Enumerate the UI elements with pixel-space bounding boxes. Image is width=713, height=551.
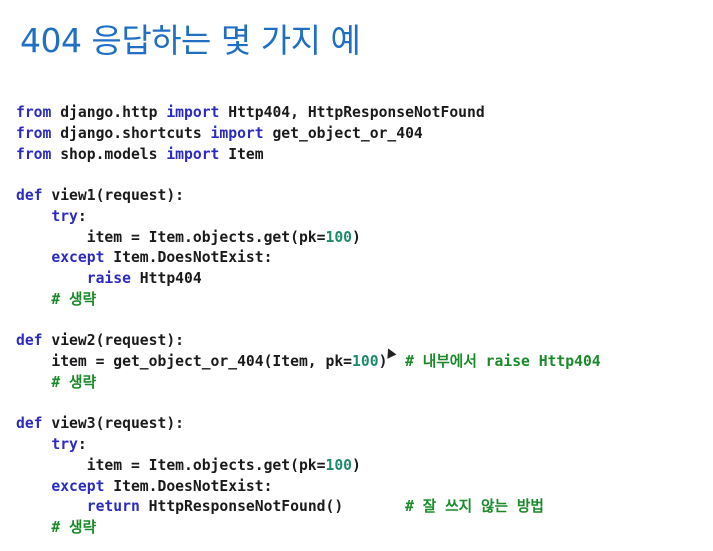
code-keyword: raise xyxy=(86,270,131,287)
code-keyword: return xyxy=(86,498,140,516)
code-keyword: import xyxy=(166,104,220,121)
code-number: 100 xyxy=(325,456,353,474)
code-line: item = Item.objects.get(pk=100) xyxy=(16,228,601,249)
code-text: Item.DoesNotExist: xyxy=(104,477,273,495)
code-keyword: try xyxy=(51,207,78,225)
code-line: except Item.DoesNotExist: xyxy=(16,248,601,269)
code-comment: # 내부에서 raise Http404 xyxy=(405,353,601,370)
code-text: ) xyxy=(352,456,361,474)
code-text: get_object_or_404 xyxy=(263,124,423,142)
code-line: from django.shortcuts import get_object_… xyxy=(16,124,601,145)
code-text: view2(request): xyxy=(42,332,185,350)
code-text: view3(request): xyxy=(42,415,185,433)
code-keyword: import xyxy=(166,145,220,163)
code-line: item = get_object_or_404(Item, pk=100) #… xyxy=(16,352,601,373)
code-text: ) xyxy=(352,228,361,246)
code-text: shop.models xyxy=(51,145,167,163)
code-comment: # 생략 xyxy=(51,519,97,536)
code-text: Item xyxy=(219,145,264,163)
code-text: Item.DoesNotExist: xyxy=(104,249,273,267)
code-comment: # 잘 쓰지 않는 방법 xyxy=(405,498,544,516)
code-keyword: def xyxy=(16,332,43,350)
code-line: from django.http import Http404, HttpRes… xyxy=(16,103,601,124)
code-text: item = Item.objects.get(pk= xyxy=(16,228,326,246)
code-text: item = Item.objects.get(pk= xyxy=(16,456,326,474)
code-text: : xyxy=(77,436,87,453)
code-line: # 생략 xyxy=(16,373,601,394)
code-text: HttpResponseNotFound() xyxy=(139,498,406,516)
code-text: django.shortcuts xyxy=(51,124,211,142)
code-line: def view2(request): xyxy=(16,331,601,352)
code-line: try: xyxy=(16,207,601,228)
code-keyword: except xyxy=(51,249,105,267)
code-text: : xyxy=(77,207,87,225)
code-line: # 생략 xyxy=(16,518,601,539)
code-line: return HttpResponseNotFound() # 잘 쓰지 않는 … xyxy=(16,497,601,518)
slide: 404 응답하는 몇 가지 예 from django.http import … xyxy=(0,0,713,551)
code-keyword: try xyxy=(51,436,78,453)
code-keyword: except xyxy=(51,477,105,495)
code-text: view1(request): xyxy=(42,187,185,204)
code-line: raise Http404 xyxy=(16,269,601,290)
code-line: def view3(request): xyxy=(16,414,601,435)
code-comment: # 생략 xyxy=(51,290,97,308)
code-line: except Item.DoesNotExist: xyxy=(16,477,601,498)
code-keyword: def xyxy=(16,415,43,433)
code-line: # 생략 xyxy=(16,290,601,311)
code-keyword: from xyxy=(16,145,52,163)
code-keyword: import xyxy=(210,124,264,142)
code-line: def view1(request): xyxy=(16,186,601,207)
slide-title: 404 응답하는 몇 가지 예 xyxy=(20,21,361,60)
code-number: 100 xyxy=(352,353,379,370)
code-text: Http404, HttpResponseNotFound xyxy=(219,104,485,121)
code-text: django.http xyxy=(51,104,167,121)
code-line: from shop.models import Item xyxy=(16,145,601,166)
code-comment: # 생략 xyxy=(51,373,97,391)
code-line: item = Item.objects.get(pk=100) xyxy=(16,456,601,477)
code-keyword: def xyxy=(16,187,43,204)
code-number: 100 xyxy=(325,228,353,246)
code-keyword: from xyxy=(16,104,52,121)
code-text: Http404 xyxy=(130,270,202,287)
code-keyword: from xyxy=(16,124,52,142)
code-line: try: xyxy=(16,435,601,456)
code-text: item = get_object_or_404(Item, pk= xyxy=(16,353,353,370)
code-block: from django.http import Http404, HttpRes… xyxy=(16,103,601,539)
